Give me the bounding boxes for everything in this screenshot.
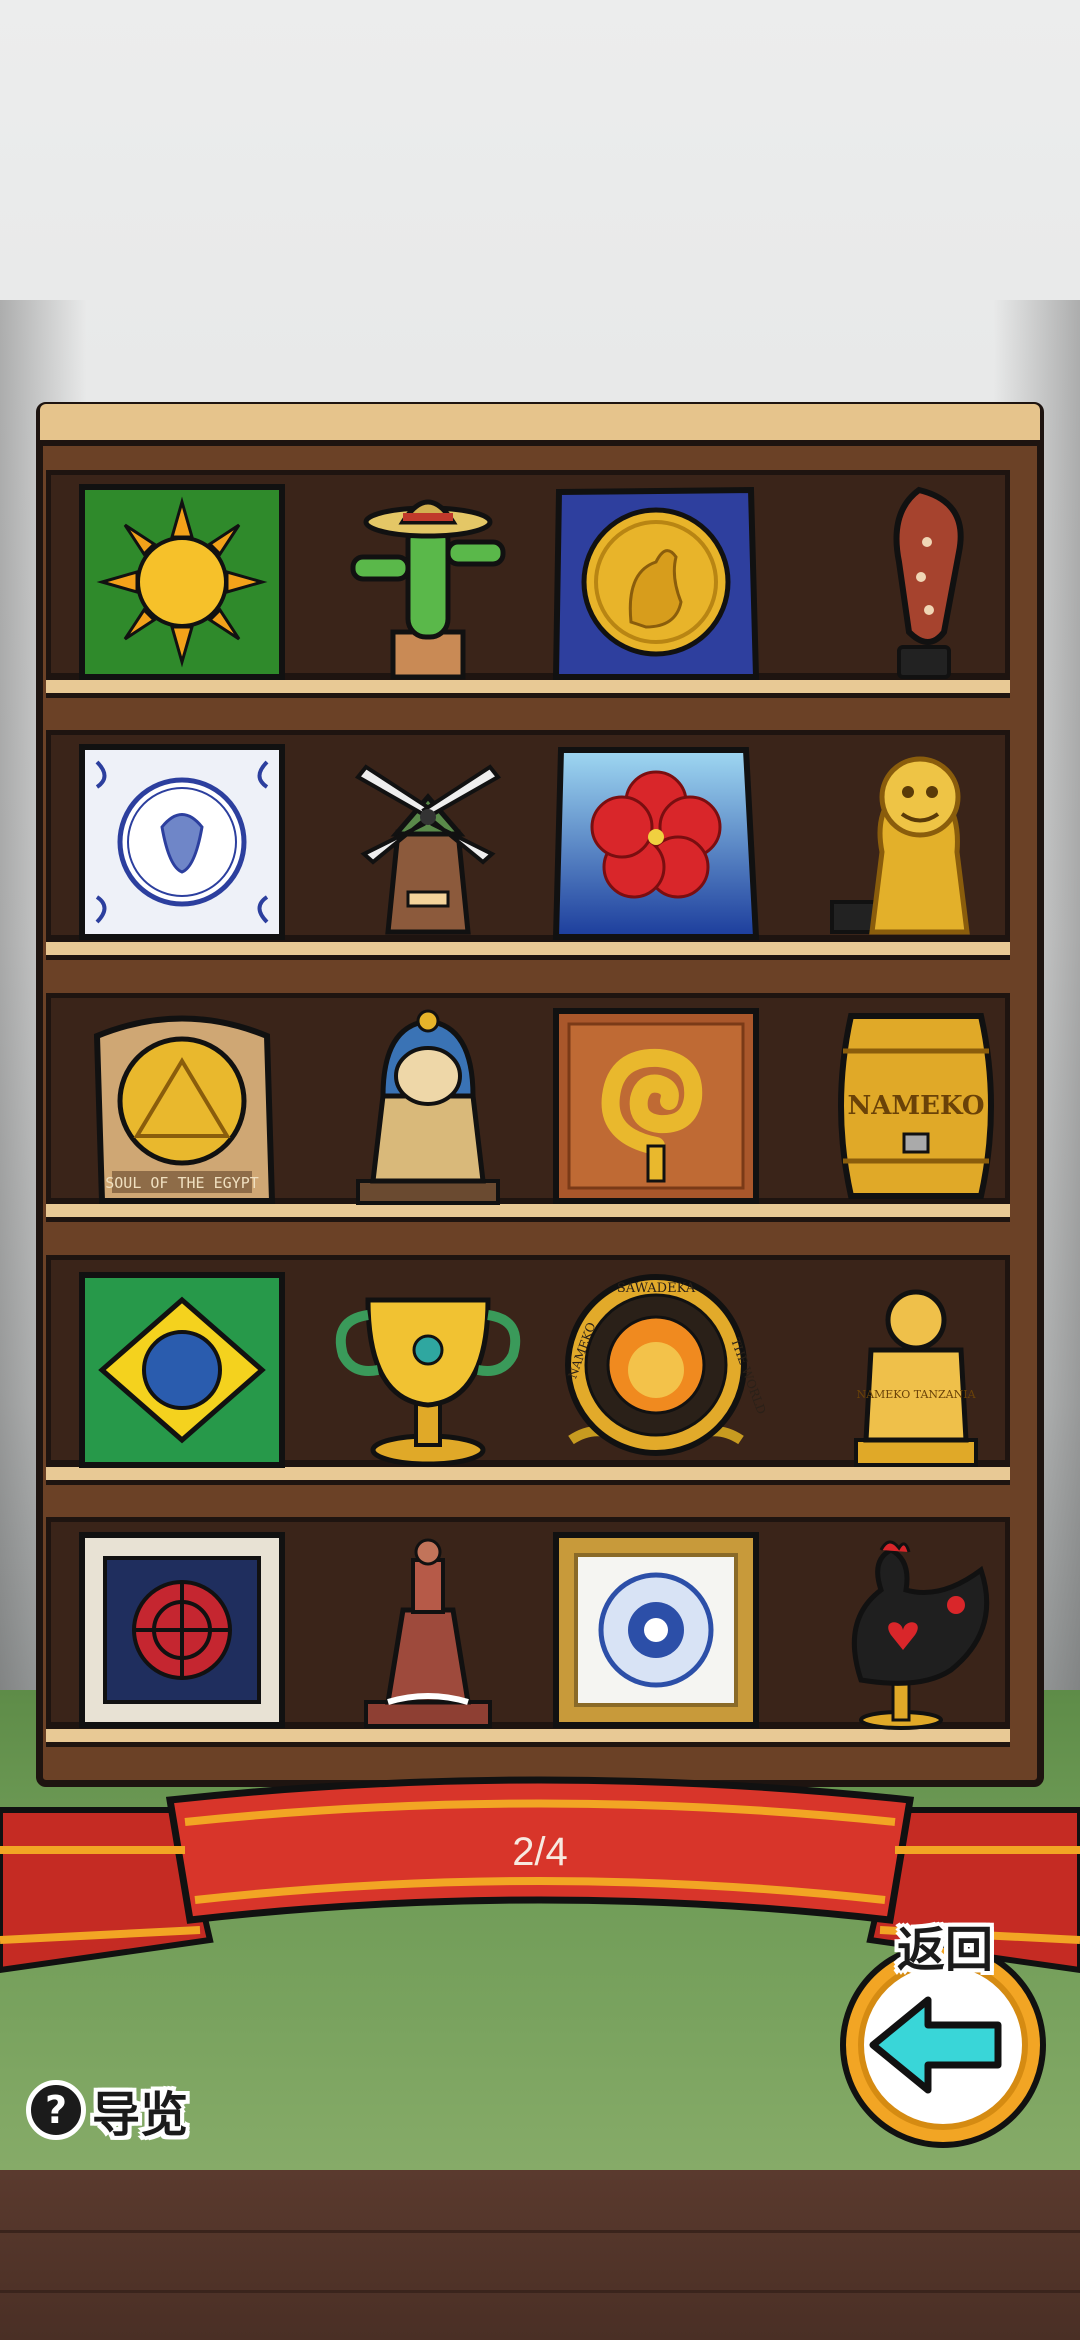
svg-text:NAMEKO TANZANIA: NAMEKO TANZANIA xyxy=(856,1388,976,1401)
gold-cup-icon[interactable] xyxy=(328,1270,528,1470)
back-label: 返回 xyxy=(896,1922,993,1978)
nameko-barrel-icon[interactable]: NAMEKO xyxy=(816,1006,1016,1206)
rooster-icon[interactable] xyxy=(816,1530,1016,1730)
svg-text:NAMEKO: NAMEKO xyxy=(847,1091,984,1121)
tanzania-trophy-icon[interactable]: NAMEKO TANZANIA xyxy=(816,1270,1016,1470)
red-wheel-frame-icon[interactable] xyxy=(79,1530,285,1730)
delft-tile-icon[interactable] xyxy=(79,742,285,942)
pyramid-plaque-icon[interactable]: SOUL OF THE EGYPT xyxy=(82,1006,282,1206)
cactus-sombrero-icon[interactable] xyxy=(328,482,528,682)
brazil-flag-icon[interactable] xyxy=(79,1270,285,1470)
shisa-lion-icon[interactable] xyxy=(812,742,1012,942)
shelf-top xyxy=(40,404,1040,446)
pharaoh-bust-icon[interactable] xyxy=(328,1006,528,1206)
page-indicator: 2/4 xyxy=(512,1830,568,1874)
guide-button[interactable]: ? 导览 xyxy=(26,2075,188,2145)
guide-label: 导览 xyxy=(92,2087,189,2143)
blue-tile-frame-icon[interactable] xyxy=(553,1530,759,1730)
bottom-band xyxy=(0,2170,1080,2340)
svg-text:SOUL OF THE EGYPT: SOUL OF THE EGYPT xyxy=(105,1174,259,1192)
spiral-crate-icon[interactable] xyxy=(553,1006,759,1206)
question-icon: ? xyxy=(26,2080,86,2140)
windmill-icon[interactable] xyxy=(328,742,528,942)
kangaroo-coin-icon[interactable] xyxy=(552,482,760,682)
hibiscus-tile-icon[interactable] xyxy=(552,742,760,942)
sun-flag-icon[interactable] xyxy=(79,482,285,682)
boomerang-icon[interactable] xyxy=(824,482,1024,682)
svg-text:SAWADEKA: SAWADEKA xyxy=(617,1281,696,1296)
lighthouse-statue-icon[interactable] xyxy=(328,1530,528,1730)
lion-medal-icon[interactable]: SAWADEKA NAMEKO THE WORLD xyxy=(556,1270,769,1470)
